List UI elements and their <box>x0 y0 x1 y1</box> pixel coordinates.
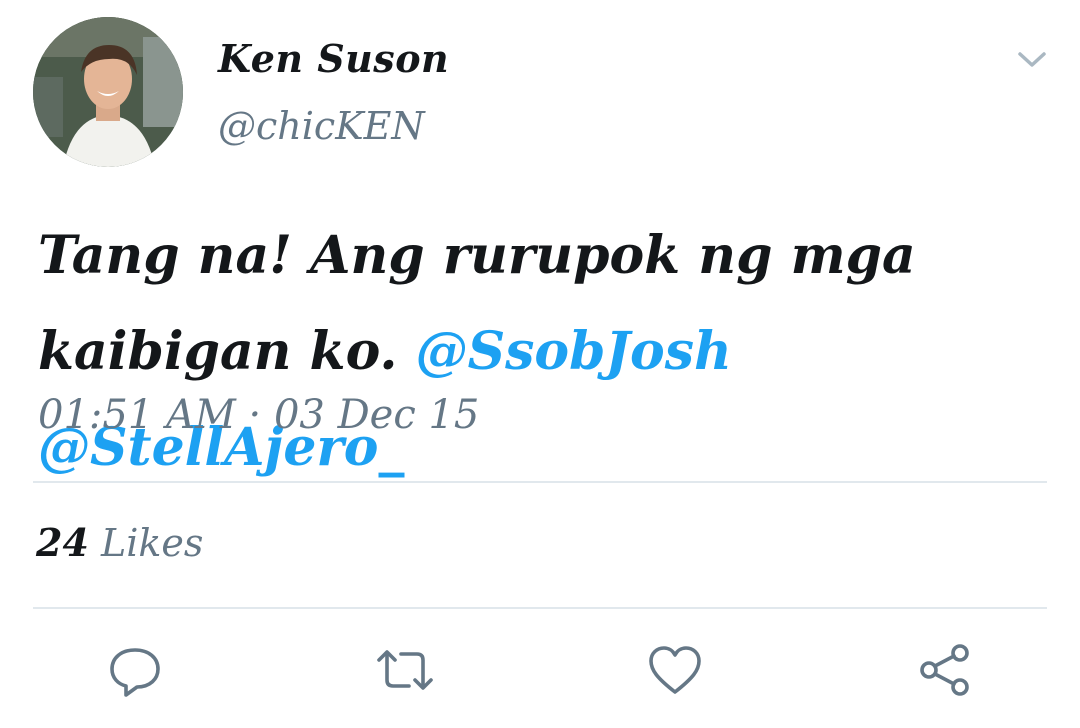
likes-stat[interactable]: 24 Likes <box>36 520 203 565</box>
retweet-icon <box>377 650 433 690</box>
chevron-down-icon <box>1018 52 1046 67</box>
retweet-button[interactable] <box>375 640 435 700</box>
reply-button[interactable] <box>105 640 165 700</box>
display-name[interactable]: Ken Suson <box>218 36 449 81</box>
tweet-card: Ken Suson @chicKEN Tang na! Ang rurupok … <box>0 0 1080 728</box>
tweet-timestamp[interactable]: 01:51 AM · 03 Dec 15 <box>38 392 479 438</box>
reply-icon <box>110 648 160 697</box>
mention-link[interactable]: @SsobJosh <box>416 321 732 382</box>
divider <box>33 481 1047 483</box>
likes-label: Likes <box>100 521 204 565</box>
avatar-image <box>33 17 183 167</box>
share-icon <box>920 644 969 696</box>
avatar[interactable] <box>33 17 183 167</box>
user-handle[interactable]: @chicKEN <box>218 104 425 148</box>
like-button[interactable] <box>645 640 705 700</box>
share-button[interactable] <box>915 640 975 700</box>
likes-count: 24 <box>36 520 89 565</box>
more-menu-button[interactable] <box>1014 44 1050 74</box>
divider <box>33 607 1047 609</box>
tweet-text: Tang na! Ang rurupok ng mga kaibigan ko.… <box>38 208 1048 496</box>
heart-icon <box>649 646 701 694</box>
